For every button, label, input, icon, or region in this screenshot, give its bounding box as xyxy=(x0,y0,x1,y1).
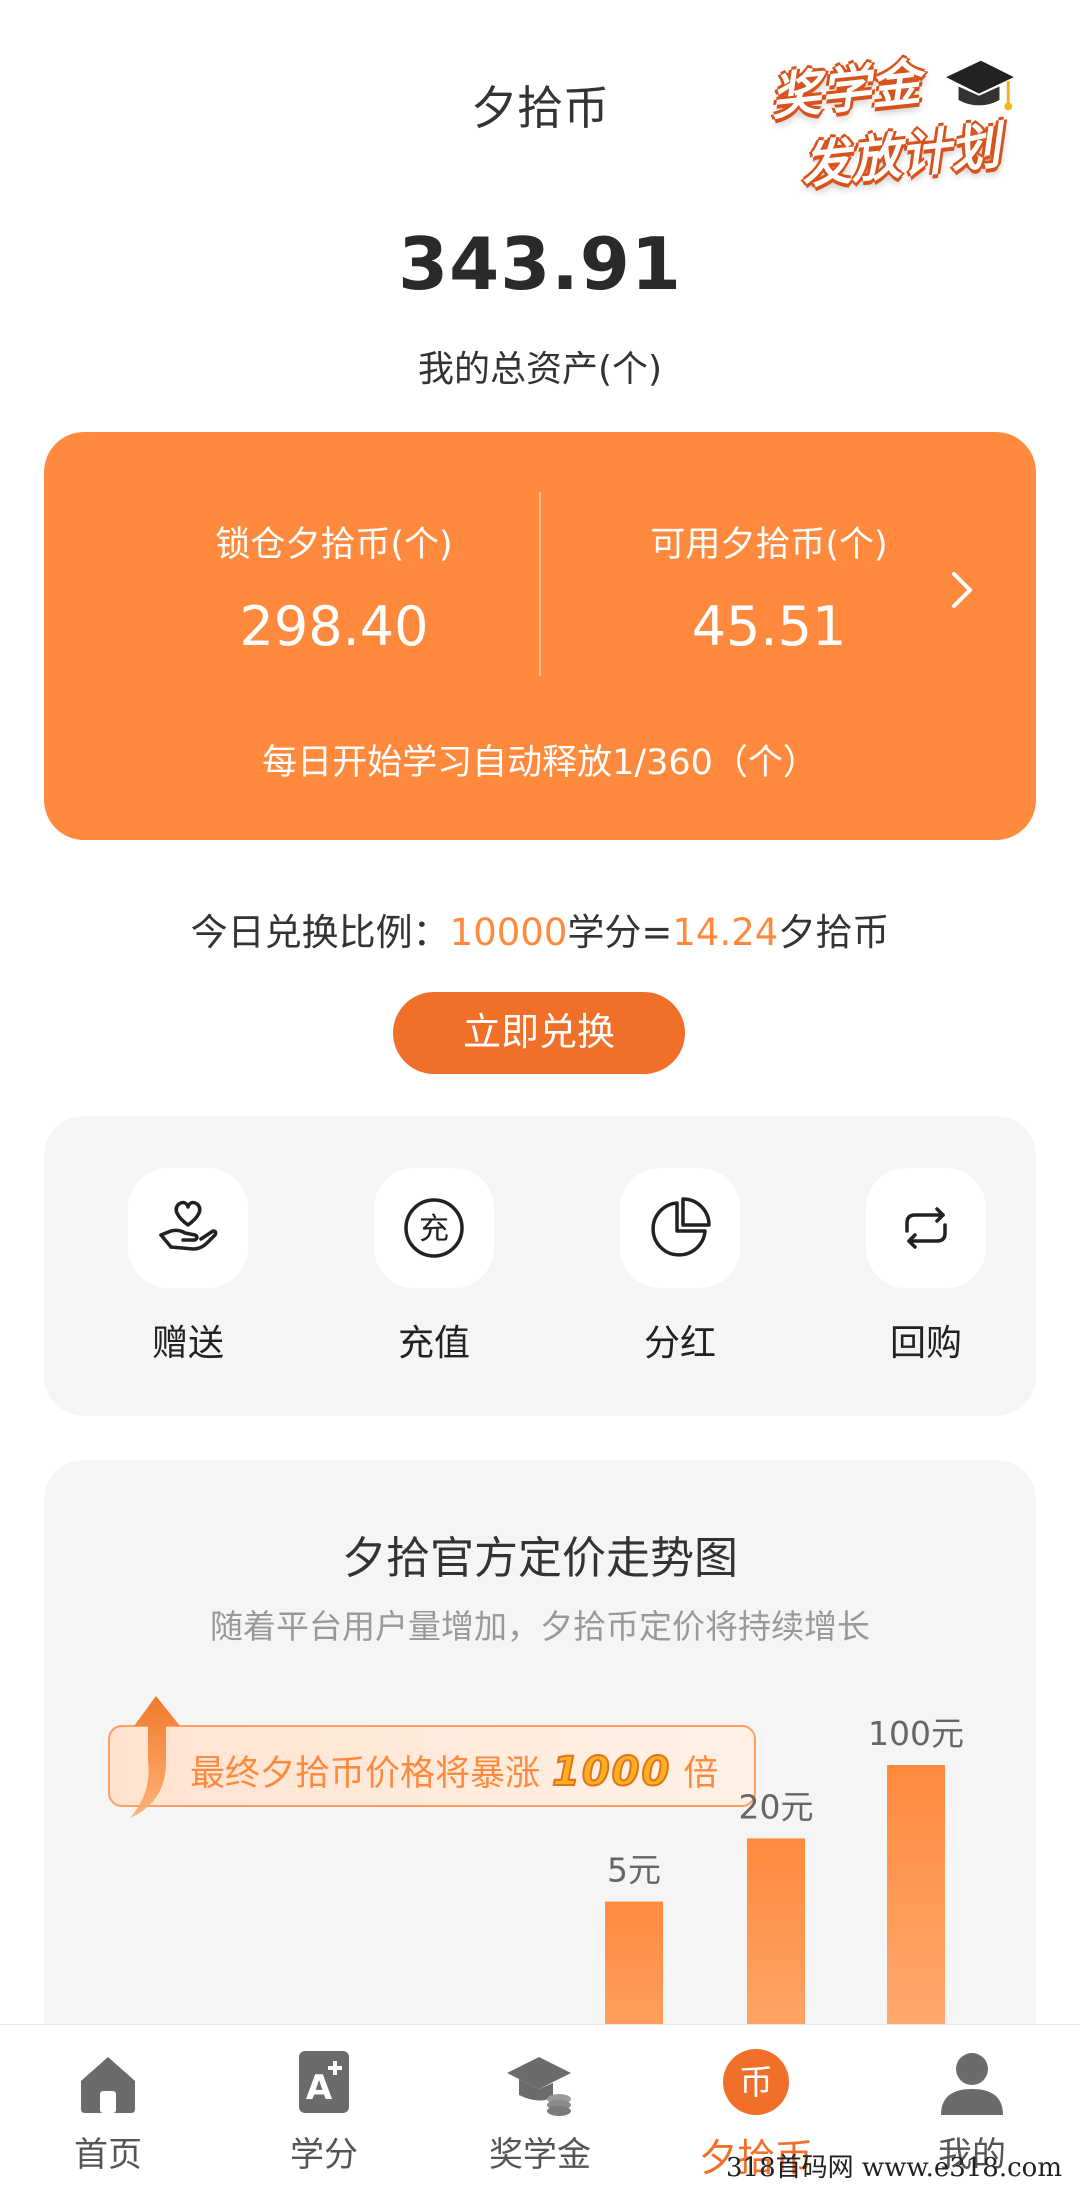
release-note: 每日开始学习自动释放1/360（个） xyxy=(262,743,818,783)
home-icon xyxy=(81,2057,135,2113)
locked-label: 锁仓夕拾币(个) xyxy=(215,525,453,565)
available-balance: 可用夕拾币(个) 45.51 xyxy=(559,516,979,658)
action-gift[interactable]: 赠送 xyxy=(118,1168,258,1366)
exchange-rate: 今日兑换比例：10000学分=14.24夕拾币 xyxy=(0,902,1080,956)
rate-prefix: 今日兑换比例： xyxy=(190,911,450,954)
tab-label: 首页 xyxy=(74,2135,142,2175)
recharge-icon: 充 xyxy=(404,1198,464,1258)
action-label: 赠送 xyxy=(151,1323,224,1364)
total-assets-value: 343.91 xyxy=(398,222,682,306)
price-bar-label: 100元 xyxy=(868,1714,964,1753)
svg-text:A: A xyxy=(306,2068,333,2108)
svg-text:币: 币 xyxy=(739,2063,773,2103)
gift-heart-icon xyxy=(159,1200,218,1251)
actions-card: 赠送 充 充值 分红 回购 xyxy=(44,1116,1036,1416)
chevron-right-icon[interactable] xyxy=(944,560,984,620)
locked-balance: 锁仓夕拾币(个) 298.40 xyxy=(124,516,544,658)
tab-home[interactable]: 首页 xyxy=(28,2047,188,2176)
coin-icon: 币 xyxy=(723,2049,789,2115)
credits-unit: 学分= xyxy=(567,911,673,954)
action-label: 充值 xyxy=(397,1323,470,1364)
scholarship-icon xyxy=(507,2057,571,2116)
available-label: 可用夕拾币(个) xyxy=(650,525,888,565)
coin-amount: 14.24 xyxy=(672,911,779,954)
coin-unit: 夕拾币 xyxy=(778,911,890,954)
exchange-now-button[interactable]: 立即兑换 xyxy=(393,992,685,1074)
tab-label: 奖学金 xyxy=(489,2135,591,2175)
action-label: 分红 xyxy=(643,1323,716,1364)
action-dividend[interactable]: 分红 xyxy=(610,1168,750,1366)
price-bar-label: 5元 xyxy=(607,1851,661,1890)
repurchase-icon xyxy=(905,1207,947,1249)
price-bar-label: 20元 xyxy=(739,1787,814,1826)
tab-scholarship[interactable]: 奖学金 xyxy=(460,2047,620,2176)
action-recharge[interactable]: 充 充值 xyxy=(364,1168,504,1366)
balance-card[interactable]: 锁仓夕拾币(个) 298.40 可用夕拾币(个) 45.51 每日开始学习自动释… xyxy=(44,432,1036,840)
credits-icon: A xyxy=(299,2051,349,2113)
action-label: 回购 xyxy=(889,1323,962,1364)
scholarship-plan-badge[interactable]: 奖学金 发放计划 xyxy=(762,38,1032,195)
total-assets-label: 我的总资产(个) xyxy=(417,349,663,390)
header: 夕拾币 奖学金 发放计划 xyxy=(0,0,1080,220)
profile-icon xyxy=(941,2053,1003,2115)
pie-chart-icon xyxy=(651,1197,711,1257)
divider xyxy=(539,492,541,676)
credits-amount: 10000 xyxy=(449,911,568,954)
watermark: 318首码网 www.e318.com xyxy=(726,2153,1062,2183)
available-value: 45.51 xyxy=(691,595,847,658)
action-repurchase[interactable]: 回购 xyxy=(856,1168,996,1366)
locked-value: 298.40 xyxy=(239,595,429,658)
tab-label: 学分 xyxy=(290,2135,358,2175)
svg-text:充: 充 xyxy=(419,1212,449,1247)
tab-credits[interactable]: A 学分 xyxy=(244,2047,404,2176)
